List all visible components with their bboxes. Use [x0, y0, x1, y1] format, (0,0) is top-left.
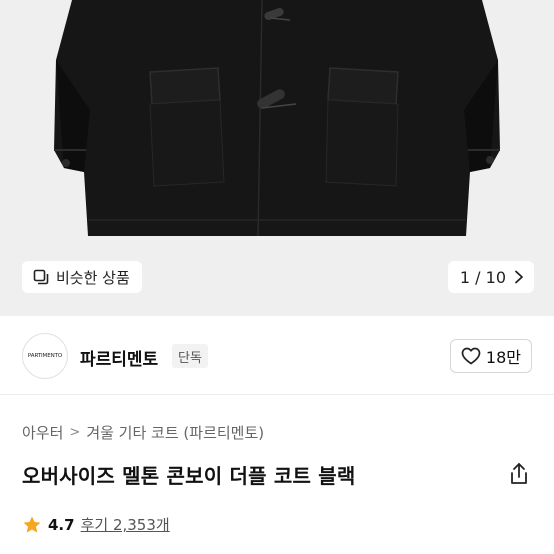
similar-items-button[interactable]: 비슷한 상품 — [22, 261, 142, 293]
heart-icon — [461, 347, 481, 365]
pager-text: 1 / 10 — [459, 267, 506, 287]
product-title: 오버사이즈 멜톤 콘보이 더플 코트 블랙 — [22, 464, 356, 488]
seller-logo-text: PARTIMENTO — [27, 353, 63, 359]
share-icon[interactable] — [508, 462, 530, 486]
chevron-right-icon: > — [69, 425, 81, 440]
rating-score: 4.7 — [48, 515, 75, 534]
chevron-right-icon — [515, 270, 523, 284]
star-icon — [23, 516, 41, 533]
breadcrumb-item-subcategory[interactable]: 겨울 기타 코트 (파르티멘토) — [86, 422, 264, 443]
similar-items-label: 비슷한 상품 — [56, 268, 130, 287]
seller-name[interactable]: 파르티멘토 — [80, 345, 158, 370]
rating-summary: 4.7 후기 2,353개 — [22, 514, 170, 535]
divider — [0, 394, 554, 395]
product-image — [54, 0, 500, 237]
like-count: 18만 — [485, 348, 521, 367]
seller-logo[interactable]: PARTIMENTO — [22, 333, 68, 379]
breadcrumb-item-category[interactable]: 아우터 — [22, 422, 63, 443]
like-button[interactable]: 18만 — [449, 339, 532, 373]
seller-row: PARTIMENTO 파르티멘토 단독 18만 — [0, 330, 554, 384]
breadcrumb: 아우터 > 겨울 기타 코트 (파르티멘토) — [22, 422, 264, 443]
exclusive-badge: 단독 — [172, 344, 208, 368]
image-pager[interactable]: 1 / 10 — [447, 261, 534, 293]
product-image-gallery[interactable]: 비슷한 상품 1 / 10 — [0, 0, 554, 316]
reviews-link[interactable]: 후기 2,353개 — [81, 514, 170, 535]
similar-items-icon — [33, 269, 49, 285]
